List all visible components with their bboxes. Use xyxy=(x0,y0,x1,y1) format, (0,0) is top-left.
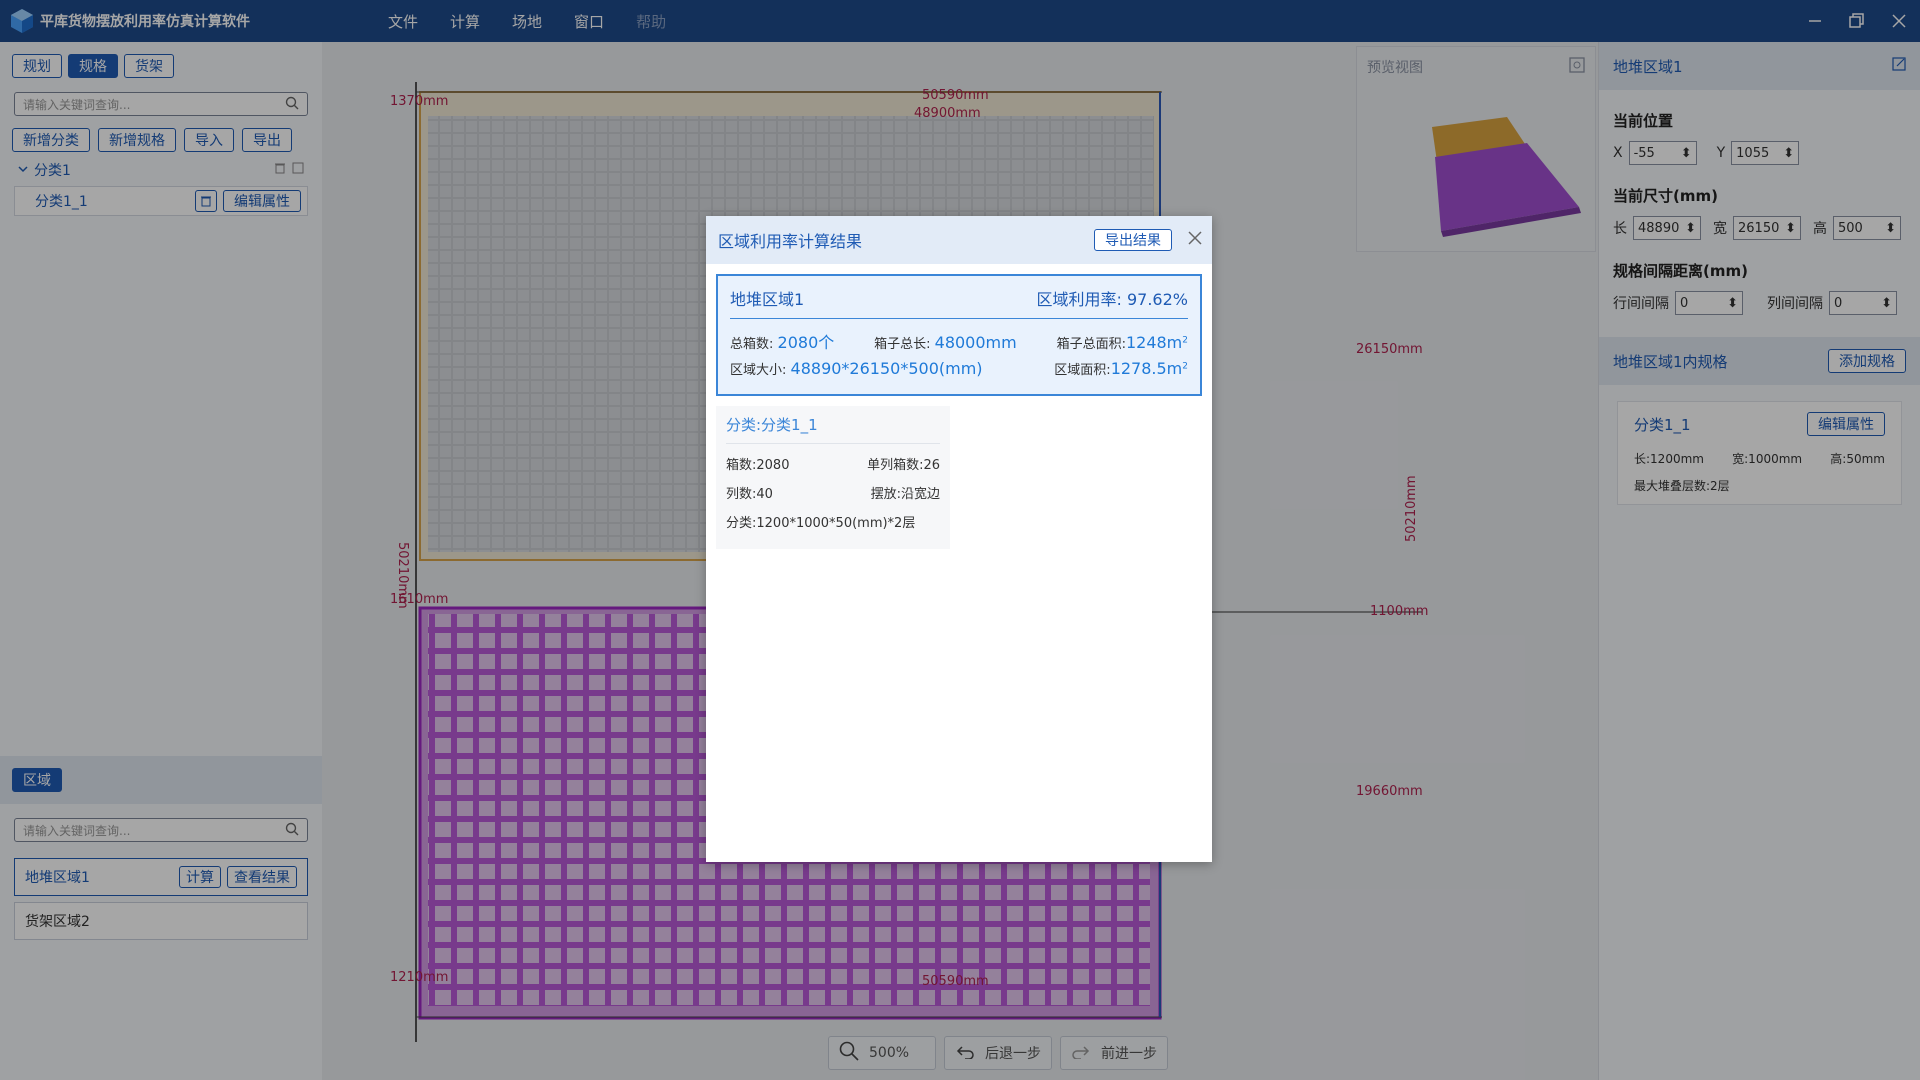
area-area-value: 1278.5m xyxy=(1110,359,1183,378)
category-result-card: 分类:分类1_1 箱数:2080 单列箱数:26 列数:40 摆放:沿宽边 分类… xyxy=(716,406,950,549)
summary-utilization: 区域利用率: 97.62% xyxy=(1036,286,1188,310)
summary-area-name: 地堆区域1 xyxy=(730,290,805,309)
summary-title-row: 地堆区域1 区域利用率: 97.62% xyxy=(730,286,1188,319)
category-placement: 摆放:沿宽边 xyxy=(870,487,940,502)
area-area-label: 区域面积: xyxy=(1054,363,1111,378)
category-row-1: 箱数:2080 单列箱数:26 xyxy=(726,454,940,473)
total-boxes-value: 2080个 xyxy=(777,333,835,352)
dialog-header-tools: 导出结果 xyxy=(1094,229,1202,251)
box-area-label: 箱子总面积: xyxy=(1056,337,1126,352)
utilization-value: 97.62% xyxy=(1126,290,1188,309)
summary-row-1: 总箱数: 2080个 箱子总长: 48000mm 箱子总面积:1248m2 xyxy=(730,329,1188,353)
category-title: 分类:分类1_1 xyxy=(726,414,940,444)
area-size-label: 区域大小: xyxy=(730,363,787,378)
box-area-value: 1248m xyxy=(1125,333,1183,352)
category-spec: 分类:1200*1000*50(mm)*2层 xyxy=(726,516,916,531)
utilization-result-dialog: 区域利用率计算结果 导出结果 地堆区域1 区域利用率: 97.62% 总箱数: … xyxy=(706,216,1212,862)
category-row-3: 分类:1200*1000*50(mm)*2层 xyxy=(726,512,940,531)
category-per-column: 单列箱数:26 xyxy=(867,458,940,473)
result-summary: 地堆区域1 区域利用率: 97.62% 总箱数: 2080个 箱子总长: 480… xyxy=(716,274,1202,396)
category-row-2: 列数:40 摆放:沿宽边 xyxy=(726,483,940,502)
box-area-sup: 2 xyxy=(1182,335,1188,346)
total-boxes: 总箱数: 2080个 xyxy=(730,329,834,353)
dialog-title: 区域利用率计算结果 xyxy=(718,232,863,251)
dialog-header: 区域利用率计算结果 导出结果 xyxy=(706,216,1212,264)
category-columns: 列数:40 xyxy=(726,487,773,502)
area-size-value: 48890*26150*500(mm) xyxy=(790,359,983,378)
summary-row-2: 区域大小: 48890*26150*500(mm) 区域面积:1278.5m2 xyxy=(730,359,1188,378)
area-size: 区域大小: 48890*26150*500(mm) xyxy=(730,359,983,378)
area-area-sup: 2 xyxy=(1182,361,1188,372)
area-area: 区域面积:1278.5m2 xyxy=(1054,359,1188,378)
export-result-button[interactable]: 导出结果 xyxy=(1094,229,1172,251)
box-length: 箱子总长: 48000mm xyxy=(874,333,1017,352)
total-boxes-label: 总箱数: xyxy=(730,337,774,352)
box-length-label: 箱子总长: xyxy=(874,337,931,352)
category-boxes: 箱数:2080 xyxy=(726,458,790,473)
box-length-value: 48000mm xyxy=(934,333,1017,352)
close-icon[interactable] xyxy=(1188,231,1202,249)
box-area: 箱子总面积:1248m2 xyxy=(1057,333,1188,352)
utilization-label: 区域利用率: xyxy=(1036,290,1122,309)
